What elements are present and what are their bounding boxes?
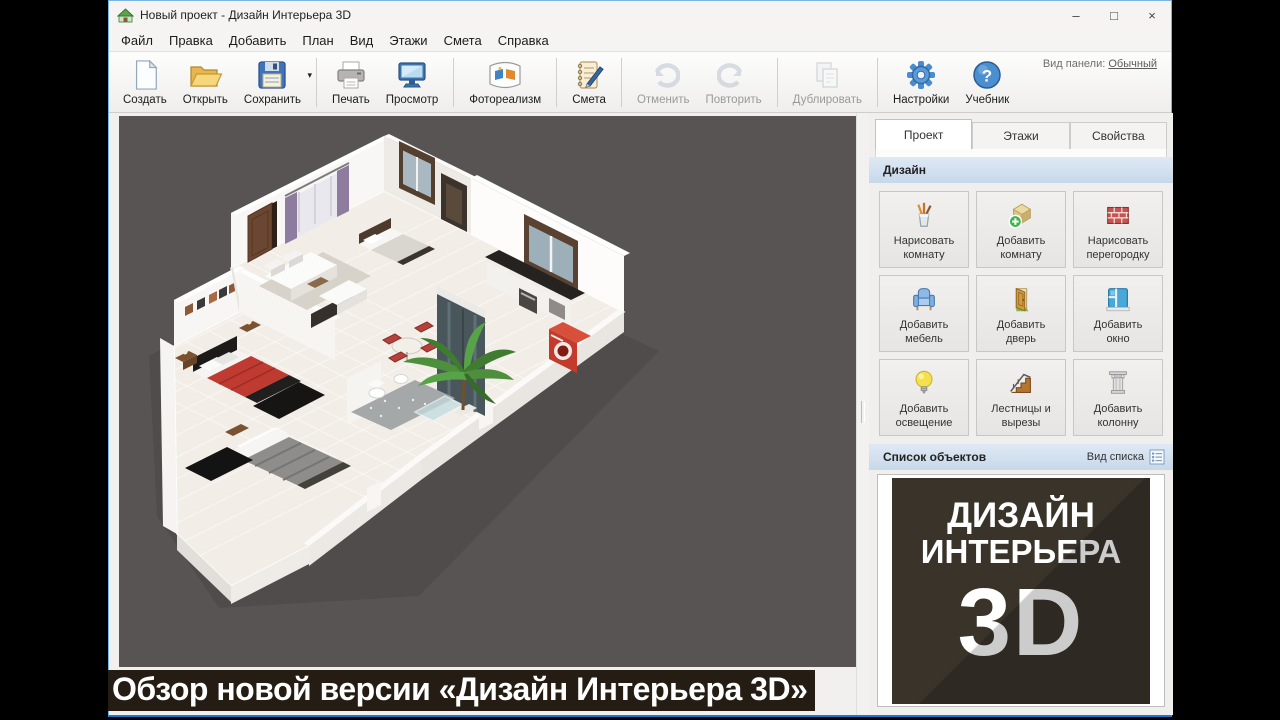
bidet	[394, 375, 408, 384]
menu-edit[interactable]: Правка	[161, 31, 221, 50]
draw-partition-button[interactable]: Нарисовать перегородку	[1073, 191, 1163, 268]
add-column-button[interactable]: Добавить колонну	[1073, 359, 1163, 436]
partition-brick-icon	[1103, 197, 1133, 233]
settings-button[interactable]: Настройки	[885, 54, 957, 111]
menu-view[interactable]: Вид	[342, 31, 382, 50]
toilet	[369, 388, 385, 398]
furniture-armchair-icon	[909, 281, 939, 317]
right-panel: Проект Этажи Свойства Дизайн	[869, 113, 1173, 715]
save-dropdown-arrow[interactable]: ▾	[308, 70, 313, 81]
objects-section-title: Список объектов	[883, 450, 986, 464]
panel-tabs: Проект Этажи Свойства	[869, 113, 1173, 149]
toolbar-separator	[877, 58, 878, 107]
panel-view-value-link[interactable]: Обычный	[1108, 58, 1157, 70]
minimize-button[interactable]: –	[1057, 1, 1095, 29]
tab-floors[interactable]: Этажи	[972, 122, 1069, 149]
logo-line-2: ИНТЕРЬЕРА	[921, 534, 1121, 570]
list-view-icon[interactable]	[1149, 449, 1165, 465]
tab-project[interactable]: Проект	[875, 119, 972, 149]
photorealism-button[interactable]: Фотореализм	[461, 54, 549, 111]
add-room-button[interactable]: Добавить комнату	[976, 191, 1066, 268]
light-bulb-icon	[909, 365, 939, 401]
estimate-button[interactable]: Смета	[564, 54, 614, 111]
door-icon	[1006, 281, 1036, 317]
title-bar: Новый проект - Дизайн Интерьера 3D – □ ×	[109, 1, 1171, 29]
stairs-icon	[1006, 365, 1036, 401]
tab-content-top	[875, 149, 1167, 157]
print-button[interactable]: Печать	[324, 54, 378, 111]
tab-properties[interactable]: Свойства	[1070, 122, 1167, 149]
objects-section-header: Список объектов Вид списка	[869, 444, 1173, 470]
app-window: Новый проект - Дизайн Интерьера 3D – □ ×…	[108, 0, 1172, 717]
add-furniture-button[interactable]: Добавить мебель	[879, 275, 969, 352]
menu-bar: Файл Правка Добавить План Вид Этажи Смет…	[109, 29, 1171, 51]
tutorial-button[interactable]: ? Учебник	[957, 54, 1017, 111]
add-lighting-button[interactable]: Добавить освещение	[879, 359, 969, 436]
preview-button[interactable]: Просмотр	[378, 54, 447, 111]
design-section-title: Дизайн	[883, 163, 926, 177]
window-title: Новый проект - Дизайн Интерьера 3D	[140, 8, 351, 22]
splitter-grip-icon	[861, 401, 865, 423]
logo-line-3: 3D	[958, 577, 1085, 668]
maximize-button[interactable]: □	[1095, 1, 1133, 29]
column-icon	[1103, 365, 1133, 401]
photorealism-icon	[486, 57, 524, 93]
redo-icon	[717, 57, 751, 93]
toolbar-separator	[316, 58, 317, 107]
new-document-icon	[130, 57, 160, 93]
new-project-button[interactable]: Создать	[115, 54, 175, 111]
draw-room-button[interactable]: Нарисовать комнату	[879, 191, 969, 268]
toolbar-separator	[621, 58, 622, 107]
printer-icon	[334, 57, 368, 93]
program-logo: ДИЗАЙН ИНТЕРЬЕРА 3D	[892, 478, 1150, 704]
add-door-button[interactable]: Добавить дверь	[976, 275, 1066, 352]
panel-view-label: Вид панели:	[1043, 58, 1105, 70]
add-room-icon	[1006, 197, 1036, 233]
help-icon: ?	[971, 57, 1003, 93]
design-section-header: Дизайн	[869, 157, 1173, 183]
menu-add[interactable]: Добавить	[221, 31, 294, 50]
menu-estimate[interactable]: Смета	[436, 31, 490, 50]
undo-button: Отменить	[629, 54, 698, 111]
draw-room-icon	[909, 197, 939, 233]
toolbar-separator	[556, 58, 557, 107]
panel-splitter[interactable]	[856, 113, 869, 715]
video-frame: Новый проект - Дизайн Интерьера 3D – □ ×…	[0, 0, 1280, 720]
estimate-notepad-icon	[573, 57, 605, 93]
redo-button: Повторить	[698, 54, 770, 111]
duplicate-icon	[811, 57, 843, 93]
gear-icon	[905, 57, 937, 93]
design-buttons-grid: Нарисовать комнату	[869, 183, 1173, 444]
panel-view-setting: Вид панели: Обычный	[1043, 54, 1165, 111]
logo-line-1: ДИЗАЙН	[947, 498, 1095, 535]
window-icon	[1103, 281, 1133, 317]
menu-help[interactable]: Справка	[490, 31, 557, 50]
app-house-icon	[117, 8, 134, 23]
open-folder-icon	[187, 57, 223, 93]
main-area: Проект Этажи Свойства Дизайн	[109, 113, 1171, 715]
menu-floors[interactable]: Этажи	[381, 31, 435, 50]
stairs-cutouts-button[interactable]: Лестницы и вырезы	[976, 359, 1066, 436]
menu-plan[interactable]: План	[294, 31, 341, 50]
object-list[interactable]: ДИЗАЙН ИНТЕРЬЕРА 3D	[877, 474, 1165, 707]
svg-text:?: ?	[982, 67, 992, 86]
floorplan-3d-scene	[119, 116, 856, 667]
open-project-button[interactable]: Открыть	[175, 54, 236, 111]
toolbar-separator	[777, 58, 778, 107]
undo-icon	[646, 57, 680, 93]
add-window-button[interactable]: Добавить окно	[1073, 275, 1163, 352]
list-view-label: Вид списка	[1087, 451, 1144, 463]
save-floppy-icon	[256, 57, 288, 93]
monitor-icon	[395, 57, 429, 93]
menu-file[interactable]: Файл	[113, 31, 161, 50]
video-caption: Обзор новой версии «Дизайн Интерьера 3D»	[108, 670, 815, 711]
toolbar-separator	[453, 58, 454, 107]
close-button[interactable]: ×	[1133, 1, 1171, 29]
toolbar: Создать Открыть	[109, 51, 1171, 113]
3d-viewport[interactable]	[119, 116, 856, 667]
duplicate-button: Дублировать	[785, 54, 870, 111]
save-button[interactable]: ▾ Сохранить	[236, 54, 309, 111]
